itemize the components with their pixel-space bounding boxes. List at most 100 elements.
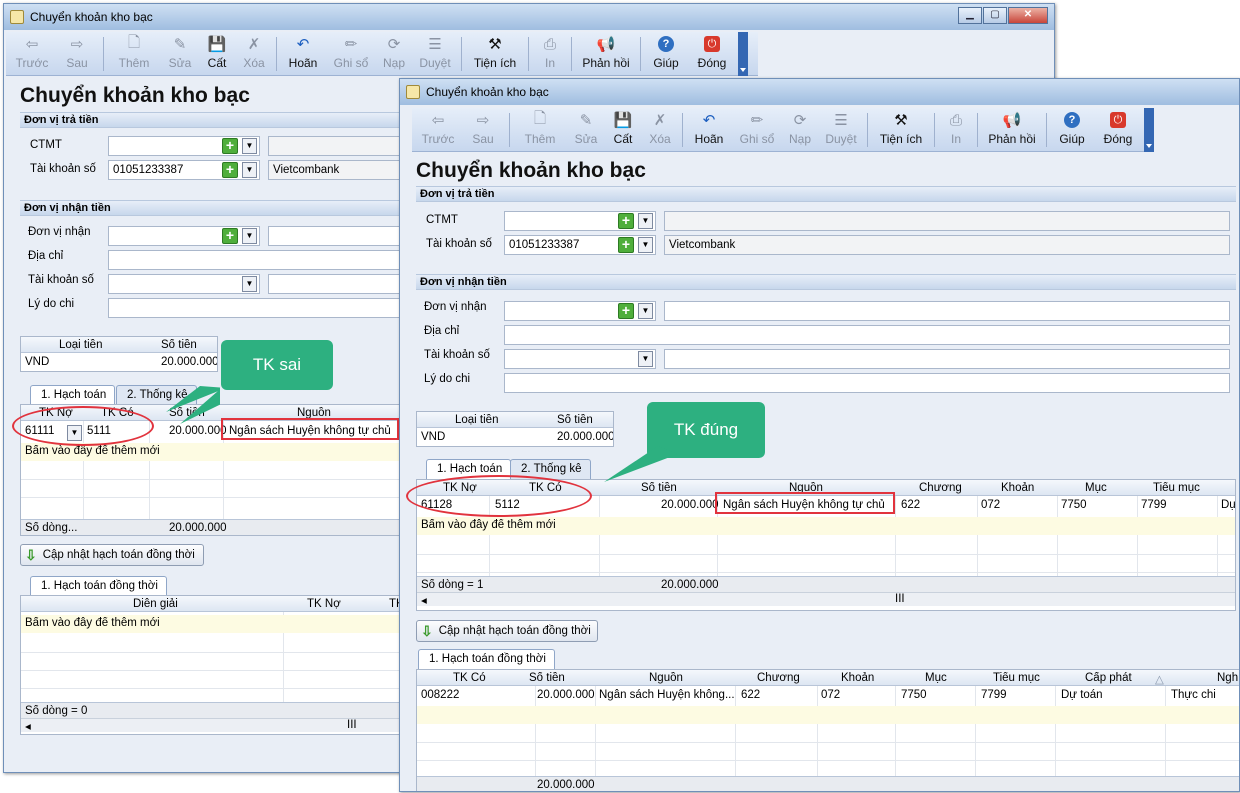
- toolbar-button-3[interactable]: ✎ Sửa: [161, 32, 199, 74]
- toolbar-button-label: Giúp: [1059, 132, 1085, 146]
- chevron-down-icon[interactable]: ▼: [242, 162, 257, 178]
- currency-type[interactable]: VND: [25, 356, 49, 368]
- add-new-row[interactable]: Bấm vào đây để thêm mới: [417, 517, 1235, 535]
- toolbar-button-8[interactable]: ⟳ Nạp: [376, 32, 412, 74]
- toolbar-button-6[interactable]: ↶ Hoãn: [280, 32, 326, 74]
- toolbar-button-9[interactable]: ☰ Duyệt: [412, 32, 458, 74]
- toolbar-overflow-button[interactable]: [1144, 108, 1154, 152]
- category-cell[interactable]: 7750: [901, 689, 927, 701]
- toolbar-button-12[interactable]: 📢 Phản hồi: [981, 108, 1043, 150]
- chevron-down-icon[interactable]: ▼: [242, 138, 257, 154]
- delete-doc-icon: ✗: [247, 36, 261, 53]
- toolbar-separator: [528, 37, 529, 71]
- chapter-cell[interactable]: 622: [901, 499, 920, 511]
- toolbar-button-13[interactable]: ? Giúp: [1050, 108, 1094, 150]
- currency-type[interactable]: VND: [421, 431, 445, 443]
- extra-cell[interactable]: Dự: [1221, 499, 1235, 511]
- toolbar-button-5[interactable]: ✗ Xóa: [641, 108, 679, 150]
- currency-amount[interactable]: 20.000.000: [557, 431, 613, 443]
- add-icon[interactable]: +: [618, 303, 634, 319]
- col-header: Mục: [925, 672, 947, 684]
- tab-hach-toan[interactable]: 1. Hạch toán: [30, 385, 116, 405]
- callout-wrong-account: TK sai: [221, 340, 333, 390]
- tab-hach-toan-dong-thoi[interactable]: 1. Hạch toán đồng thời: [30, 576, 167, 596]
- toolbar-button-9[interactable]: ☰ Duyệt: [818, 108, 864, 150]
- item-cell[interactable]: 072: [981, 499, 1000, 511]
- sort-icon[interactable]: △: [1155, 672, 1164, 686]
- toolbar-button-0[interactable]: ⇦ Trước: [416, 108, 460, 150]
- credit-account-cell[interactable]: 008222: [421, 689, 459, 701]
- add-new-row[interactable]: [417, 706, 1239, 724]
- col-header: Loại tiền: [455, 414, 499, 426]
- chevron-down-icon[interactable]: ▼: [638, 213, 653, 229]
- amount-cell[interactable]: 20.000.000: [537, 689, 595, 701]
- toolbar-button-14[interactable]: ⏻ Đóng: [688, 32, 736, 74]
- horizontal-scrollbar[interactable]: ◂ III: [417, 592, 1235, 607]
- toolbar-button-4[interactable]: 💾 Cất: [199, 32, 235, 74]
- toolbar-button-0[interactable]: ⇦ Trước: [10, 32, 54, 74]
- item-cell[interactable]: 072: [821, 689, 840, 701]
- scroll-left-icon[interactable]: ◂: [421, 593, 427, 607]
- toolbar-button-1[interactable]: ⇨ Sau: [460, 108, 506, 150]
- tab-hach-toan-dong-thoi[interactable]: 1. Hạch toán đồng thời: [418, 649, 555, 669]
- chevron-down-icon[interactable]: ▼: [638, 351, 653, 367]
- toolbar-button-7[interactable]: ✏ Ghi sổ: [326, 32, 376, 74]
- toolbar-button-13[interactable]: ? Giúp: [644, 32, 688, 74]
- chevron-down-icon[interactable]: ▼: [242, 228, 257, 244]
- add-icon[interactable]: +: [618, 213, 634, 229]
- toolbar-button-3[interactable]: ✎ Sửa: [567, 108, 605, 150]
- front-reason-input[interactable]: [504, 373, 1230, 393]
- app-icon: [406, 85, 420, 99]
- front-address-input[interactable]: [504, 325, 1230, 345]
- scroll-grip[interactable]: III: [347, 719, 357, 731]
- amount-cell[interactable]: 20.000.000: [661, 499, 719, 511]
- chapter-cell[interactable]: 622: [741, 689, 760, 701]
- toolbar-button-10[interactable]: ⚒ Tiện ích: [465, 32, 525, 74]
- toolbar-button-11[interactable]: ⎙ In: [938, 108, 974, 150]
- minimize-button[interactable]: ▁: [958, 7, 982, 24]
- front-payer-section: Đơn vị trả tiền: [416, 186, 1236, 202]
- subcategory-cell[interactable]: 7799: [981, 689, 1007, 701]
- chevron-down-icon[interactable]: ▼: [242, 276, 257, 292]
- toolbar-button-5[interactable]: ✗ Xóa: [235, 32, 273, 74]
- category-cell[interactable]: 7750: [1061, 499, 1087, 511]
- toolbar-button-10[interactable]: ⚒ Tiện ích: [871, 108, 931, 150]
- add-icon[interactable]: +: [618, 237, 634, 253]
- subcategory-cell[interactable]: 7799: [1141, 499, 1167, 511]
- col-header: Tiểu mục: [1153, 482, 1200, 494]
- front-payee-account-input[interactable]: [504, 349, 656, 369]
- add-icon[interactable]: +: [222, 138, 238, 154]
- toolbar-button-11[interactable]: ⎙ In: [532, 32, 568, 74]
- scroll-left-icon[interactable]: ◂: [25, 719, 31, 733]
- toolbar-button-7[interactable]: ✏ Ghi sổ: [732, 108, 782, 150]
- toolbar-button-6[interactable]: ↶ Hoãn: [686, 108, 732, 150]
- back-payee-account-input[interactable]: [108, 274, 260, 294]
- update-concurrent-button[interactable]: ⇩ Cập nhật hạch toán đồng thời: [416, 620, 598, 642]
- maximize-button[interactable]: ▢: [983, 7, 1007, 24]
- allocation-cell[interactable]: Dự toán: [1061, 689, 1103, 701]
- add-icon[interactable]: +: [222, 228, 238, 244]
- toolbar-button-8[interactable]: ⟳ Nạp: [782, 108, 818, 150]
- toolbar-button-2[interactable]: 🗋 Thêm: [107, 32, 161, 74]
- chevron-down-icon[interactable]: ▼: [638, 303, 653, 319]
- toolbar-button-1[interactable]: ⇨ Sau: [54, 32, 100, 74]
- toolbar-button-2[interactable]: 🗋 Thêm: [513, 108, 567, 150]
- front-toolbar: ⇦ Trước ⇨ Sau 🗋 Thêm ✎ Sửa 💾 Cất ✗ Xóa ↶ Hoãn ✏ Ghi sổ ⟳…: [412, 108, 1154, 152]
- close-window-button[interactable]: ✕: [1008, 7, 1048, 24]
- source-cell[interactable]: Ngân sách Huyện không...: [599, 689, 735, 701]
- toolbar-button-12[interactable]: 📢 Phản hồi: [575, 32, 637, 74]
- scroll-grip[interactable]: III: [895, 593, 905, 605]
- callout-pointer: [604, 446, 678, 482]
- chevron-down-icon[interactable]: ▼: [638, 237, 653, 253]
- currency-amount[interactable]: 20.000.000: [161, 356, 217, 368]
- toolbar-button-label: Tiện ích: [473, 56, 517, 70]
- col-header: TK Nợ: [307, 598, 341, 610]
- update-concurrent-button[interactable]: ⇩ Cập nhật hạch toán đồng thời: [20, 544, 204, 566]
- toolbar-button-4[interactable]: 💾 Cất: [605, 108, 641, 150]
- toolbar-button-14[interactable]: ⏻ Đóng: [1094, 108, 1142, 150]
- add-icon[interactable]: +: [222, 162, 238, 178]
- toolbar-overflow-button[interactable]: [738, 32, 748, 76]
- type-cell[interactable]: Thực chi: [1171, 689, 1216, 701]
- amount-cell[interactable]: 20.000.000: [169, 425, 227, 437]
- toolbar-separator: [640, 37, 641, 71]
